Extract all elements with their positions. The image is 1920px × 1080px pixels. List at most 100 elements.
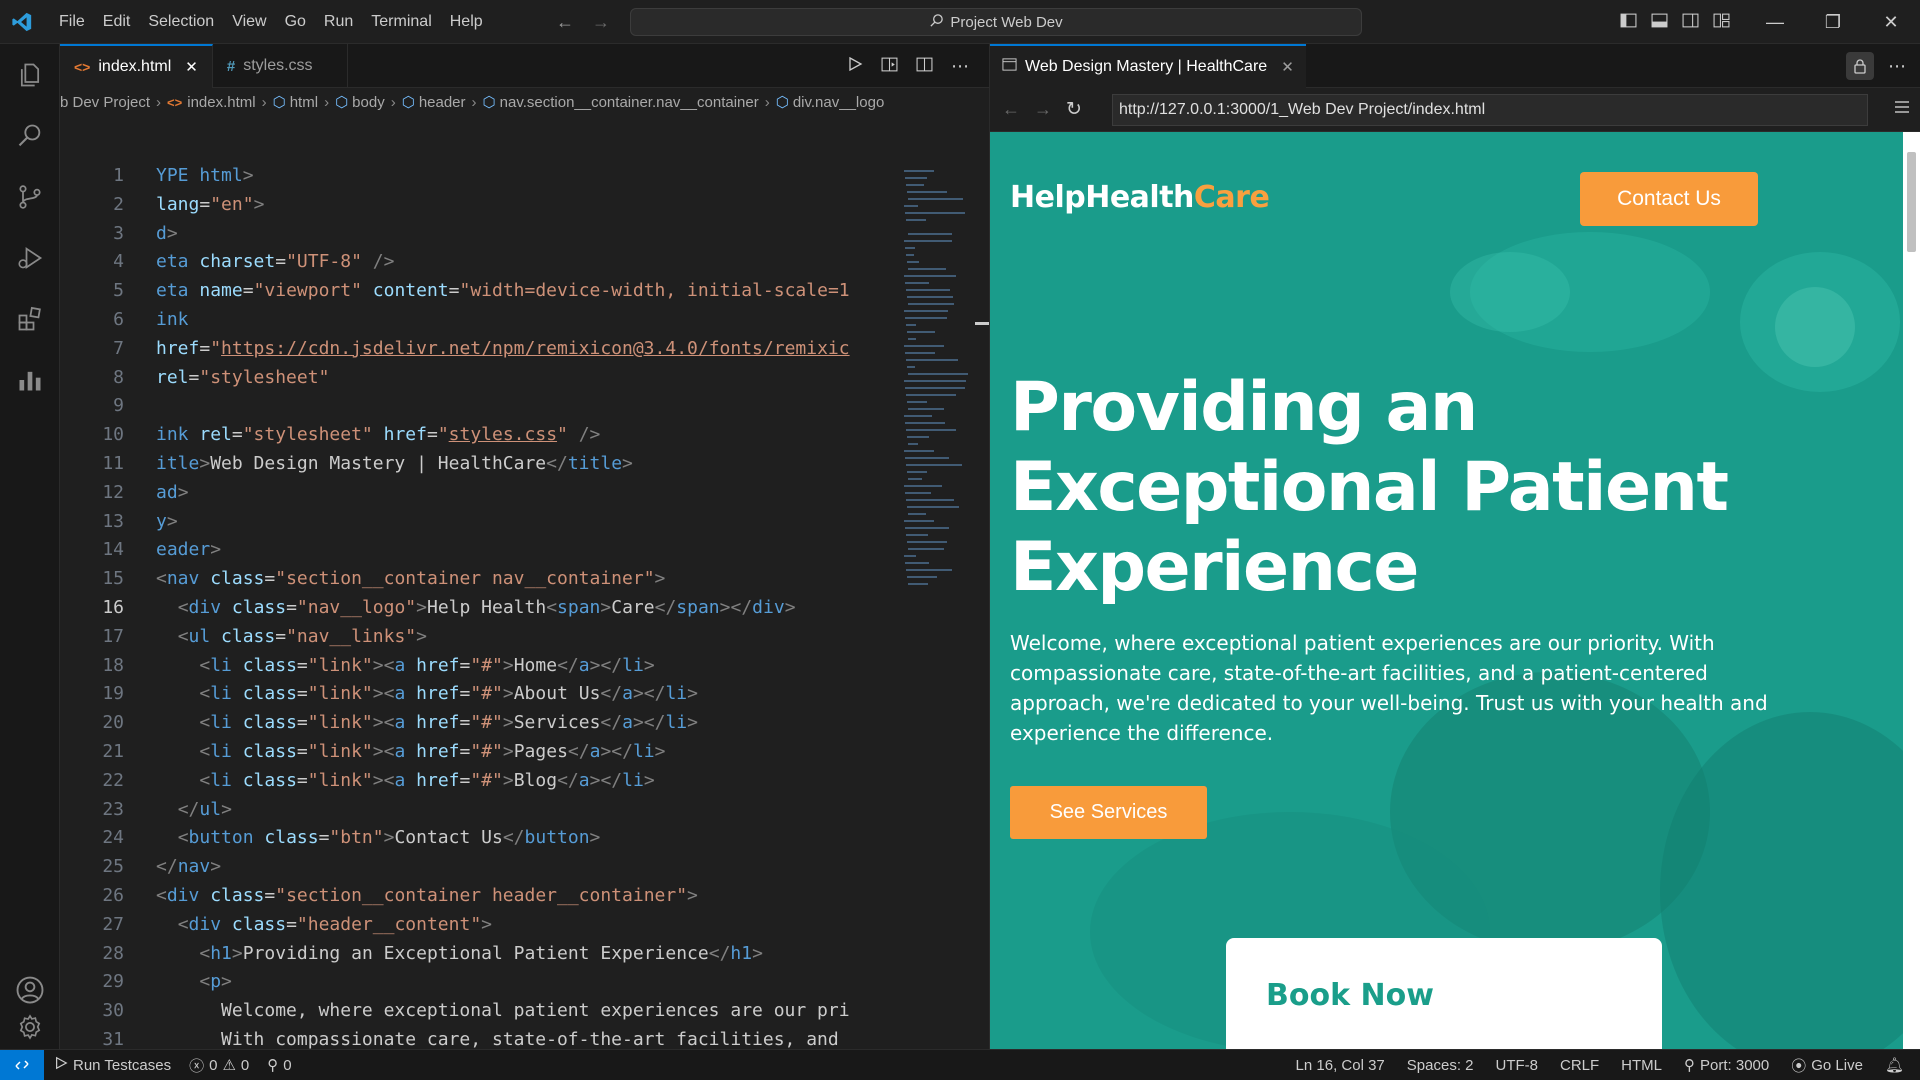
language-mode[interactable]: HTML	[1621, 1057, 1662, 1074]
forward-arrow-icon[interactable]: →	[592, 12, 610, 33]
code-line[interactable]: 7 href="https://cdn.jsdelivr.net/npm/remi…	[60, 335, 900, 364]
back-arrow-icon[interactable]: ←	[1002, 99, 1020, 120]
scrollbar-thumb[interactable]	[1907, 152, 1916, 252]
toggle-secondary-sidebar-icon[interactable]	[1682, 12, 1699, 33]
code-line[interactable]: 4 eta charset="UTF-8" />	[60, 248, 900, 277]
run-file-icon[interactable]	[847, 56, 863, 76]
run-debug-icon[interactable]	[0, 227, 60, 288]
code-line[interactable]: 12 ad>	[60, 479, 900, 508]
code-line[interactable]: 20 <li class="link"><a href="#">Services…	[60, 709, 900, 738]
remote-indicator-icon[interactable]	[0, 1049, 44, 1080]
menu-icon[interactable]	[1894, 100, 1910, 118]
charts-icon[interactable]	[0, 349, 60, 410]
tab-styles-css[interactable]: # styles.css	[213, 44, 348, 88]
breadcrumb-item[interactable]: nav.section__container.nav__container	[500, 94, 759, 111]
forward-arrow-icon[interactable]: →	[1034, 99, 1052, 120]
accounts-icon[interactable]	[0, 959, 60, 1020]
code-line[interactable]: 22 <li class="link"><a href="#">Blog</a>…	[60, 767, 900, 796]
page-scrollbar[interactable]	[1903, 132, 1920, 1049]
go-live-item[interactable]: ⦿ Go Live	[1791, 1055, 1863, 1076]
code-line[interactable]: 30 Welcome, where exceptional patient ex…	[60, 997, 900, 1026]
menu-help[interactable]: Help	[441, 0, 492, 44]
reload-icon[interactable]: ↻	[1066, 98, 1082, 121]
breadcrumb-item[interactable]: header	[419, 94, 466, 111]
code-line[interactable]: 6 ink	[60, 306, 900, 335]
more-actions-icon[interactable]: ⋯	[1888, 56, 1906, 77]
source-control-icon[interactable]	[0, 166, 60, 227]
code-line[interactable]: 24 <button class="btn">Contact Us</butto…	[60, 824, 900, 853]
code-line[interactable]: 8 rel="stylesheet"	[60, 364, 900, 393]
code-line[interactable]: 28 <h1>Providing an Exceptional Patient …	[60, 940, 900, 969]
code-line[interactable]: 19 <li class="link"><a href="#">About Us…	[60, 680, 900, 709]
lock-icon[interactable]	[1846, 52, 1874, 80]
notifications-bell-icon[interactable]: 🔔︎	[1885, 1056, 1904, 1074]
menu-edit[interactable]: Edit	[94, 0, 140, 44]
tab-index-html[interactable]: <> index.html ✕	[60, 44, 213, 88]
settings-gear-icon[interactable]	[0, 1013, 60, 1049]
menu-run[interactable]: Run	[315, 0, 362, 44]
breadcrumb-item[interactable]: body	[352, 94, 385, 111]
code-line[interactable]: 27 <div class="header__content">	[60, 911, 900, 940]
code-line[interactable]: 29 <p>	[60, 968, 900, 997]
customize-layout-icon[interactable]	[1713, 12, 1730, 33]
minimize-icon[interactable]: —	[1746, 0, 1804, 44]
explorer-icon[interactable]	[0, 44, 60, 105]
code-line[interactable]: 16 <div class="nav__logo">Help Health<sp…	[60, 594, 900, 623]
run-testcases-item[interactable]: Run Testcases	[54, 1056, 171, 1074]
code-line[interactable]: 25 </nav>	[60, 853, 900, 882]
code-line[interactable]: 13 y>	[60, 508, 900, 537]
split-editor-icon[interactable]	[916, 56, 933, 77]
toggle-panel-icon[interactable]	[1651, 12, 1668, 33]
problems-item[interactable]: ⓧ 0 ⚠ 0	[189, 1055, 249, 1076]
close-tab-icon[interactable]: ✕	[185, 58, 198, 76]
indentation[interactable]: Spaces: 2	[1407, 1057, 1474, 1074]
code-line[interactable]: 10 ink rel="stylesheet" href="styles.css"…	[60, 421, 900, 450]
menu-selection[interactable]: Selection	[139, 0, 223, 44]
breadcrumb-item[interactable]: html	[290, 94, 318, 111]
back-arrow-icon[interactable]: ←	[556, 12, 574, 33]
more-actions-icon[interactable]: ⋯	[951, 56, 969, 77]
page-viewport[interactable]: HelpHealthCare Contact Us Providing an E…	[990, 132, 1904, 1049]
maximize-icon[interactable]: ❐	[1804, 0, 1862, 44]
minimap[interactable]	[900, 162, 989, 1080]
see-services-button[interactable]: See Services	[1010, 786, 1207, 839]
menu-file[interactable]: File	[50, 0, 94, 44]
code-line[interactable]: 26 <div class="section__container header_…	[60, 882, 900, 911]
code-line[interactable]: 23 </ul>	[60, 796, 900, 825]
cursor-position[interactable]: Ln 16, Col 37	[1296, 1057, 1385, 1074]
search-icon[interactable]	[0, 105, 60, 166]
code-line[interactable]: 9	[60, 392, 900, 421]
encoding[interactable]: UTF-8	[1496, 1057, 1539, 1074]
menu-go[interactable]: Go	[276, 0, 315, 44]
close-window-icon[interactable]: ✕	[1862, 0, 1920, 44]
code-editor[interactable]: 1 YPE html> 2 lang="en"> 3 d> 4 eta charset="UT…	[60, 162, 900, 1080]
breadcrumb-item[interactable]: div.nav__logo	[793, 94, 884, 111]
minimap-line	[904, 555, 916, 557]
nav-logo[interactable]: HelpHealthCare	[1010, 180, 1270, 215]
code-line[interactable]: 18 <li class="link"><a href="#">Home</a>…	[60, 652, 900, 681]
menu-view[interactable]: View	[223, 0, 275, 44]
code-line[interactable]: 5 eta name="viewport" content="width=devi…	[60, 277, 900, 306]
ports-item[interactable]: ⚲ 0	[267, 1056, 291, 1075]
code-line[interactable]: 14 eader>	[60, 536, 900, 565]
code-line[interactable]: 17 <ul class="nav__links">	[60, 623, 900, 652]
extensions-icon[interactable]	[0, 288, 60, 349]
open-preview-icon[interactable]	[881, 56, 898, 77]
command-center-search[interactable]: Project Web Dev	[630, 8, 1362, 36]
browser-tab[interactable]: Web Design Mastery | HealthCare ✕	[990, 43, 1306, 88]
code-line[interactable]: 2 lang="en">	[60, 191, 900, 220]
contact-us-button[interactable]: Contact Us	[1580, 172, 1758, 226]
code-line[interactable]: 11 itle>Web Design Mastery | HealthCare</…	[60, 450, 900, 479]
code-line[interactable]: 21 <li class="link"><a href="#">Pages</a…	[60, 738, 900, 767]
menu-terminal[interactable]: Terminal	[362, 0, 440, 44]
toggle-primary-sidebar-icon[interactable]	[1620, 12, 1637, 33]
port-item[interactable]: ⚲ Port: 3000	[1684, 1056, 1769, 1075]
end-of-line[interactable]: CRLF	[1560, 1057, 1599, 1074]
url-input[interactable]: http://127.0.0.1:3000/1_Web Dev Project/…	[1112, 94, 1868, 126]
breadcrumb-item[interactable]: b Dev Project	[60, 94, 150, 111]
close-tab-icon[interactable]: ✕	[1281, 58, 1294, 76]
breadcrumb-item[interactable]: index.html	[187, 94, 255, 111]
code-line[interactable]: 1 YPE html>	[60, 162, 900, 191]
code-line[interactable]: 15 <nav class="section__container nav__co…	[60, 565, 900, 594]
code-line[interactable]: 3 d>	[60, 220, 900, 249]
